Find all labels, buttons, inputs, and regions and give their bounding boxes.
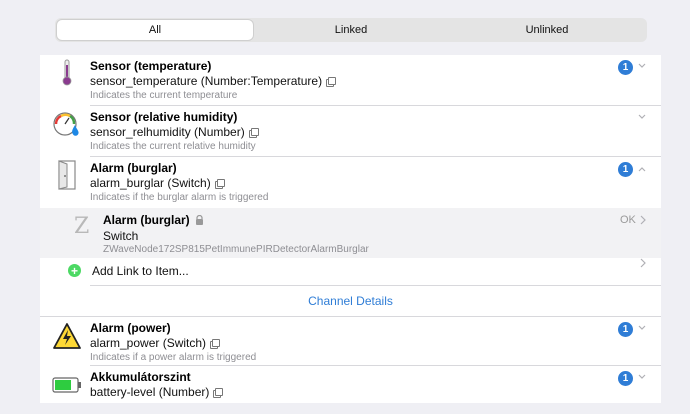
channel-details-link[interactable]: Channel Details — [40, 294, 661, 308]
channel-description: Indicates the current relative humidity — [90, 141, 256, 152]
chevron-right-icon[interactable] — [639, 215, 647, 225]
chevron-right-icon[interactable] — [639, 258, 647, 268]
chevron-down-icon[interactable] — [637, 323, 647, 333]
channel-id: sensor_relhumidity (Number) — [90, 125, 259, 139]
tab-unlinked[interactable]: Unlinked — [449, 20, 645, 40]
channel-id: alarm_power (Switch) — [90, 336, 221, 350]
zwave-item-icon: Z — [74, 214, 90, 239]
chevron-down-icon[interactable] — [637, 61, 647, 71]
humidity-gauge-icon — [52, 110, 82, 140]
copy-icon[interactable] — [210, 339, 221, 349]
link-count-badge: 1 — [618, 162, 633, 177]
chevron-down-icon[interactable] — [637, 112, 647, 122]
tab-all[interactable]: All — [57, 20, 253, 40]
channel-id: alarm_burglar (Switch) — [90, 176, 225, 190]
add-link-button[interactable]: Add Link to Item... — [92, 264, 189, 278]
divider — [90, 285, 661, 286]
add-link-icon[interactable]: + — [68, 264, 81, 277]
channel-row-power[interactable]: Alarm (power) alarm_power (Switch) Indic… — [40, 317, 661, 367]
link-filter-segmented: All Linked Unlinked — [55, 18, 647, 42]
channel-row-battery[interactable]: Akkumulátorszint battery-level (Number) … — [40, 366, 661, 403]
channel-description: Indicates the current temperature — [90, 90, 238, 101]
chevron-down-icon[interactable] — [637, 372, 647, 382]
link-count-badge: 1 — [618, 371, 633, 386]
channel-id: battery-level (Number) — [90, 385, 224, 399]
battery-icon — [52, 370, 82, 400]
linked-item-status: OK — [620, 214, 636, 226]
power-warning-icon — [52, 321, 82, 351]
channel-title: Alarm (burglar) — [90, 161, 177, 175]
channel-row-humidity[interactable]: Sensor (relative humidity) sensor_relhum… — [40, 106, 661, 156]
linked-item-type: Switch — [103, 229, 139, 243]
copy-icon[interactable] — [214, 179, 225, 189]
chevron-up-icon[interactable] — [637, 164, 647, 174]
copy-icon[interactable] — [326, 77, 337, 87]
linked-item-title: Alarm (burglar) — [103, 213, 204, 227]
channel-id: sensor_temperature (Number:Temperature) — [90, 74, 337, 88]
channel-description: Indicates if a power alarm is triggered — [90, 352, 257, 363]
link-count-badge: 1 — [618, 322, 633, 337]
tab-linked[interactable]: Linked — [253, 20, 449, 40]
linked-item-name: ZWaveNode172SP815PetImmunePIRDetectorAla… — [103, 244, 369, 255]
channel-title: Akkumulátorszint — [90, 370, 191, 384]
copy-icon[interactable] — [248, 128, 259, 138]
thermometer-icon — [52, 58, 82, 88]
channel-list: Sensor (temperature) sensor_temperature … — [40, 55, 661, 403]
channel-title: Sensor (relative humidity) — [90, 110, 238, 124]
lock-icon — [196, 214, 204, 225]
channel-description: Indicates if the burglar alarm is trigge… — [90, 192, 269, 203]
channel-row-temperature[interactable]: Sensor (temperature) sensor_temperature … — [40, 55, 661, 105]
link-count-badge: 1 — [618, 60, 633, 75]
channel-title: Alarm (power) — [90, 321, 171, 335]
door-icon — [52, 160, 82, 190]
copy-icon[interactable] — [213, 388, 224, 398]
channel-row-burglar[interactable]: Alarm (burglar) alarm_burglar (Switch) I… — [40, 157, 661, 207]
channel-title: Sensor (temperature) — [90, 59, 212, 73]
